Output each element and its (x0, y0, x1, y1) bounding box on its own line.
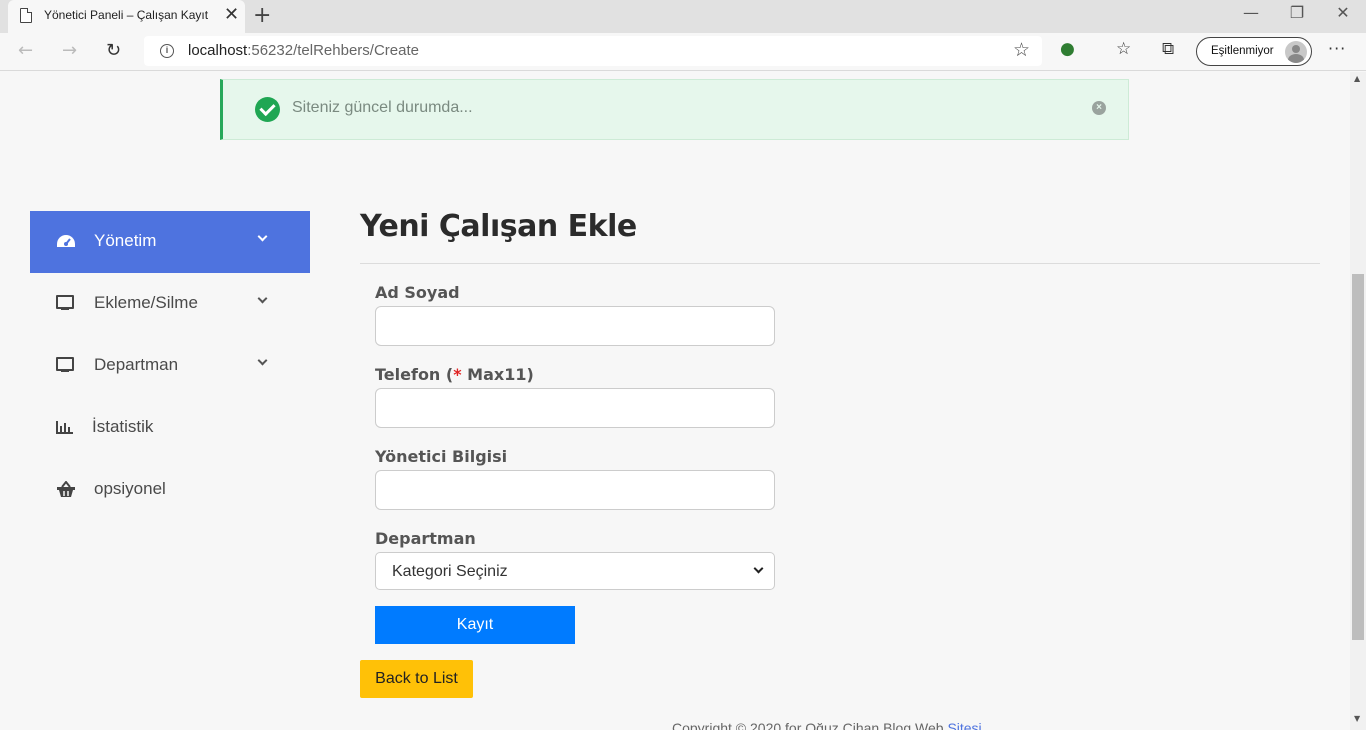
profile-button[interactable]: Eşitlenmiyor (1196, 37, 1312, 66)
scroll-up-arrow-icon[interactable]: ▲ (1354, 74, 1360, 83)
collections-icon[interactable]: ⧉ (1162, 39, 1174, 59)
profile-label: Eşitlenmiyor (1211, 45, 1274, 57)
page-title: Yeni Çalışan Ekle (360, 209, 637, 244)
page-scrollbar[interactable]: ▲ ▼ (1350, 72, 1366, 730)
sidebar-item-departman[interactable]: Departman (30, 335, 310, 397)
manager-label: Yönetici Bilgisi (375, 447, 508, 466)
more-menu-icon[interactable]: ··· (1328, 39, 1346, 58)
manager-input[interactable] (375, 470, 775, 510)
close-window-button[interactable]: ✕ (1320, 2, 1366, 24)
success-alert: Siteniz güncel durumda... × (220, 79, 1129, 140)
refresh-icon[interactable]: ↻ (106, 40, 121, 62)
sidebar-item-label: Ekleme/Silme (94, 293, 198, 312)
chevron-down-icon (753, 563, 764, 574)
basket-icon (56, 480, 75, 499)
check-circle-icon (255, 97, 280, 122)
page-icon (20, 8, 32, 23)
dashboard-icon (56, 233, 75, 251)
info-icon[interactable]: i (160, 44, 174, 58)
page-viewport: Siteniz güncel durumda... × Yönetim Ekle… (0, 72, 1350, 730)
phone-input[interactable] (375, 388, 775, 428)
avatar-icon (1285, 41, 1307, 63)
restore-button[interactable]: ❐ (1274, 2, 1320, 24)
scrollbar-thumb[interactable] (1352, 274, 1364, 640)
sidebar-item-label: opsiyonel (94, 479, 166, 498)
monitor-icon (56, 295, 74, 313)
tab-close-icon[interactable]: ✕ (224, 5, 239, 25)
sidebar-item-yonetim[interactable]: Yönetim (30, 211, 310, 273)
sidebar-item-opsiyonel[interactable]: opsiyonel (30, 459, 310, 521)
browser-toolbar: ← → ↻ i localhost:56232/telRehbers/Creat… (0, 33, 1366, 71)
back-to-list-button[interactable]: Back to List (360, 660, 473, 698)
chart-bar-icon (56, 419, 74, 437)
sidebar-item-label: Departman (94, 355, 179, 374)
name-label: Ad Soyad (375, 283, 460, 302)
url-text[interactable]: localhost:56232/telRehbers/Create (188, 42, 419, 59)
department-label: Departman (375, 529, 476, 548)
extension-icon[interactable]: ● (1060, 39, 1075, 59)
back-arrow-icon[interactable]: ← (18, 40, 33, 62)
scroll-down-arrow-icon[interactable]: ▼ (1354, 714, 1360, 723)
department-select[interactable]: Kategori Seçiniz (375, 552, 775, 590)
sidebar-item-ekleme-silme[interactable]: Ekleme/Silme (30, 273, 310, 335)
favorites-icon[interactable]: ☆ (1116, 39, 1131, 59)
forward-arrow-icon[interactable]: → (62, 40, 77, 62)
sidebar-item-label: İstatistik (92, 417, 154, 436)
browser-tab[interactable]: Yönetici Paneli – Çalışan Kayıt ✕ (8, 0, 245, 33)
save-button[interactable]: Kayıt (375, 606, 575, 644)
phone-label: Telefon (* Max11) (375, 365, 534, 384)
minimize-button[interactable]: — (1228, 2, 1274, 24)
alert-message: Siteniz güncel durumda... (292, 99, 473, 116)
favorite-star-icon[interactable]: ☆ (1013, 39, 1030, 61)
address-bar[interactable]: i localhost:56232/telRehbers/Create ☆ (144, 36, 1042, 66)
divider (360, 263, 1320, 264)
sidebar-item-istatistik[interactable]: İstatistik (30, 397, 310, 459)
tab-title: Yönetici Paneli – Çalışan Kayıt (44, 8, 209, 22)
browser-tabstrip: Yönetici Paneli – Çalışan Kayıt ✕ + — ❐ … (0, 0, 1366, 33)
sidebar-item-label: Yönetim (94, 231, 157, 250)
chevron-down-icon (257, 231, 268, 243)
footer-link[interactable]: Sitesi (947, 720, 981, 730)
new-tab-button[interactable]: + (253, 3, 271, 29)
footer-copyright: Copyright © 2020 for Oğuz Cihan Blog Web… (672, 720, 982, 730)
monitor-icon (56, 357, 74, 375)
name-input[interactable] (375, 306, 775, 346)
alert-close-icon[interactable]: × (1092, 101, 1106, 115)
chevron-down-icon (257, 355, 268, 367)
chevron-down-icon (257, 293, 268, 305)
department-selected-value: Kategori Seçiniz (392, 563, 508, 580)
